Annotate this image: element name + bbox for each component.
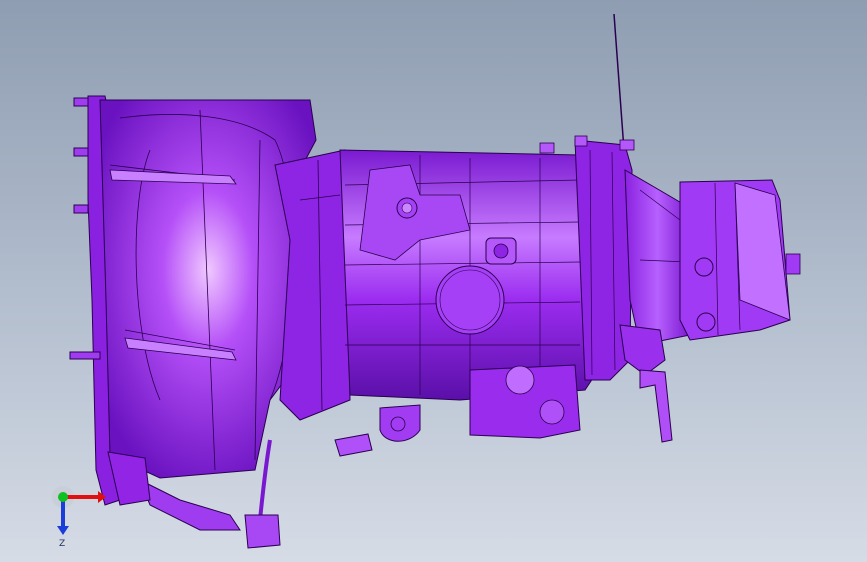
z-axis-label: Z — [59, 539, 65, 549]
harness-line — [258, 439, 272, 521]
connector-plug — [334, 433, 373, 457]
mount-bracket — [139, 478, 241, 531]
shift-lever — [639, 369, 673, 443]
harness-connector — [244, 514, 281, 549]
shift-bracket — [619, 324, 666, 376]
vent-rod — [613, 13, 625, 151]
lower-bracket-loop — [379, 404, 421, 442]
bell-housing — [99, 99, 317, 479]
graphics-viewport[interactable]: Z — [0, 0, 867, 562]
output-stub — [785, 253, 801, 275]
transmission-3d-model[interactable] — [0, 0, 867, 562]
circular-cover — [435, 265, 505, 335]
coordinate-triad: Z — [52, 486, 106, 549]
y-axis-marker — [58, 492, 68, 502]
